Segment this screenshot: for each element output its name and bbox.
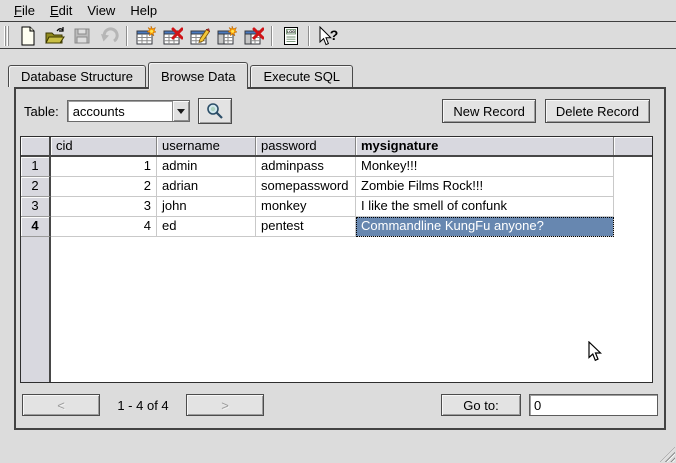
create-index-button[interactable] bbox=[213, 23, 240, 48]
whats-this-icon: ? bbox=[317, 26, 339, 46]
cell-mysignature-3[interactable]: I like the smell of confunk bbox=[356, 197, 614, 217]
menu-help[interactable]: Help bbox=[124, 1, 163, 20]
cell-mysignature-4-selected[interactable]: Commandline KungFu anyone? bbox=[356, 217, 614, 237]
table-label: Table: bbox=[24, 104, 59, 119]
record-range-label: 1 - 4 of 4 bbox=[100, 398, 186, 413]
cell-password-1[interactable]: adminpass bbox=[256, 157, 356, 177]
grid-empty-area bbox=[21, 237, 652, 382]
cell-mysignature-2[interactable]: Zombie Films Rock!!! bbox=[356, 177, 614, 197]
column-header-cid[interactable]: cid bbox=[51, 137, 157, 155]
toolbar-separator bbox=[271, 26, 273, 46]
toolbar: LOG ? bbox=[0, 23, 676, 49]
grid-corner-header[interactable] bbox=[21, 137, 51, 155]
new-record-button[interactable]: New Record bbox=[442, 99, 536, 123]
cell-password-3[interactable]: monkey bbox=[256, 197, 356, 217]
new-database-button[interactable] bbox=[14, 23, 41, 48]
whats-this-button[interactable]: ? bbox=[314, 23, 341, 48]
pager: < 1 - 4 of 4 > Go to: bbox=[22, 394, 658, 416]
column-header-username[interactable]: username bbox=[157, 137, 256, 155]
row-header-strip bbox=[21, 237, 51, 382]
revert-changes-icon bbox=[99, 26, 119, 46]
table-row: 2 2 adrian somepassword Zombie Films Roc… bbox=[21, 177, 652, 197]
goto-input[interactable] bbox=[529, 394, 658, 416]
show-log-button[interactable]: LOG bbox=[277, 23, 304, 48]
next-page-button[interactable]: > bbox=[186, 394, 264, 416]
table-select[interactable]: accounts bbox=[67, 100, 190, 122]
row-header-3[interactable]: 3 bbox=[21, 197, 51, 217]
find-button[interactable] bbox=[198, 98, 232, 124]
cell-username-4[interactable]: ed bbox=[157, 217, 256, 237]
row-header-2[interactable]: 2 bbox=[21, 177, 51, 197]
save-database-icon bbox=[72, 26, 92, 46]
revert-changes-button[interactable] bbox=[95, 23, 122, 48]
cell-filler bbox=[614, 197, 652, 217]
row-header-4[interactable]: 4 bbox=[21, 217, 51, 237]
cell-username-3[interactable]: john bbox=[157, 197, 256, 217]
cell-password-4[interactable]: pentest bbox=[256, 217, 356, 237]
table-controls: Table: accounts New Record Delete Record bbox=[16, 97, 664, 125]
tab-execute-sql[interactable]: Execute SQL bbox=[250, 65, 353, 87]
column-header-filler bbox=[614, 137, 652, 155]
tab-database-structure[interactable]: Database Structure bbox=[8, 65, 146, 87]
menu-file[interactable]: File bbox=[8, 1, 41, 20]
app-window: File Edit View Help bbox=[0, 0, 676, 463]
cell-mysignature-1[interactable]: Monkey!!! bbox=[356, 157, 614, 177]
svg-text:LOG: LOG bbox=[287, 30, 295, 34]
cell-password-2[interactable]: somepassword bbox=[256, 177, 356, 197]
grid-blank bbox=[51, 237, 652, 382]
table-select-value: accounts bbox=[68, 104, 172, 119]
cell-cid-1[interactable]: 1 bbox=[51, 157, 157, 177]
tab-bar: Database Structure Browse Data Execute S… bbox=[8, 62, 355, 87]
open-database-button[interactable] bbox=[41, 23, 68, 48]
table-row: 3 3 john monkey I like the smell of conf… bbox=[21, 197, 652, 217]
new-database-icon bbox=[18, 26, 38, 46]
row-header-1[interactable]: 1 bbox=[21, 157, 51, 177]
delete-index-button[interactable] bbox=[240, 23, 267, 48]
cell-filler bbox=[614, 157, 652, 177]
cell-username-1[interactable]: admin bbox=[157, 157, 256, 177]
column-header-mysignature[interactable]: mysignature bbox=[356, 137, 614, 155]
toolbar-separator bbox=[308, 26, 310, 46]
delete-table-button[interactable] bbox=[159, 23, 186, 48]
column-header-password[interactable]: password bbox=[256, 137, 356, 155]
table-row: 4 4 ed pentest Commandline KungFu anyone… bbox=[21, 217, 652, 237]
open-database-icon bbox=[45, 26, 65, 46]
toolbar-drag-handle[interactable] bbox=[4, 26, 10, 46]
create-index-icon bbox=[217, 26, 237, 46]
chevron-down-icon[interactable] bbox=[172, 101, 189, 121]
svg-text:?: ? bbox=[329, 27, 338, 43]
resize-grip[interactable] bbox=[660, 447, 675, 462]
goto-button[interactable]: Go to: bbox=[441, 394, 521, 416]
menubar: File Edit View Help bbox=[0, 0, 676, 22]
save-database-button[interactable] bbox=[68, 23, 95, 48]
grid-header-row: cid username password mysignature bbox=[21, 137, 652, 157]
menu-view[interactable]: View bbox=[81, 1, 121, 20]
modify-table-icon bbox=[190, 26, 210, 46]
delete-record-button[interactable]: Delete Record bbox=[545, 99, 650, 123]
cell-filler bbox=[614, 177, 652, 197]
cell-filler bbox=[614, 217, 652, 237]
menu-edit[interactable]: Edit bbox=[44, 1, 78, 20]
create-table-button[interactable] bbox=[132, 23, 159, 48]
create-table-icon bbox=[136, 26, 156, 46]
tab-browse-data[interactable]: Browse Data bbox=[148, 62, 248, 89]
table-row: 1 1 admin adminpass Monkey!!! bbox=[21, 157, 652, 177]
cell-cid-4[interactable]: 4 bbox=[51, 217, 157, 237]
magnifier-icon bbox=[205, 101, 225, 121]
toolbar-separator bbox=[126, 26, 128, 46]
prev-page-button[interactable]: < bbox=[22, 394, 100, 416]
browse-data-panel: Table: accounts New Record Delete Record… bbox=[14, 87, 666, 430]
modify-table-button[interactable] bbox=[186, 23, 213, 48]
data-grid: cid username password mysignature 1 1 ad… bbox=[20, 136, 653, 383]
cell-cid-2[interactable]: 2 bbox=[51, 177, 157, 197]
delete-index-icon bbox=[244, 26, 264, 46]
cell-cid-3[interactable]: 3 bbox=[51, 197, 157, 217]
cell-username-2[interactable]: adrian bbox=[157, 177, 256, 197]
show-log-icon: LOG bbox=[281, 26, 301, 46]
delete-table-icon bbox=[163, 26, 183, 46]
